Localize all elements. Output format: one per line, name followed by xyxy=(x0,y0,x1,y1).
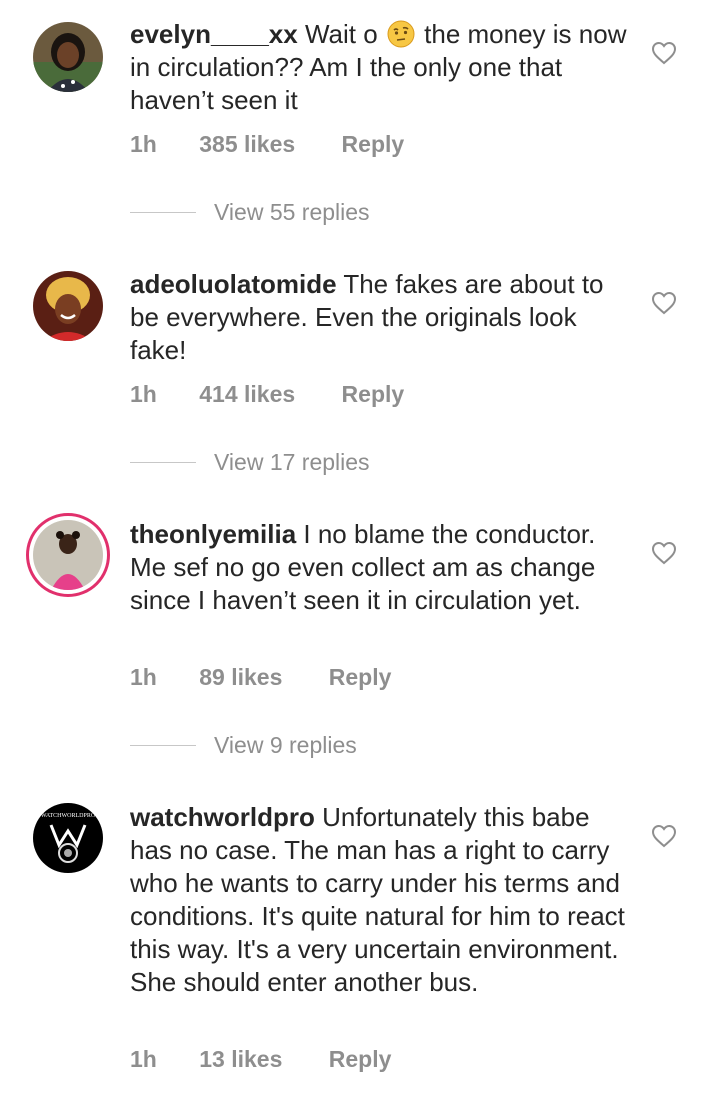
comment-username[interactable]: evelyn____xx xyxy=(130,19,298,49)
comment-likes[interactable]: 13 likes xyxy=(199,1046,282,1073)
avatar-logo-text: WATCHWORLDPRO xyxy=(41,813,96,819)
comment-username[interactable]: watchworldpro xyxy=(130,802,315,832)
heart-icon[interactable] xyxy=(651,41,677,65)
comment-likes[interactable]: 414 likes xyxy=(199,381,295,408)
avatar-story-ring[interactable] xyxy=(26,513,110,597)
thinking-face-emoji-icon xyxy=(387,20,415,48)
replies-divider xyxy=(130,745,196,746)
comment-body-start: Wait o xyxy=(304,19,378,49)
comment-likes[interactable]: 89 likes xyxy=(199,664,282,691)
comment-likes[interactable]: 385 likes xyxy=(199,131,295,158)
comment-text: watchworldpro Unfortunately this babe ha… xyxy=(130,801,630,999)
avatar[interactable] xyxy=(33,22,103,92)
view-replies-label[interactable]: View 17 replies xyxy=(214,449,370,476)
avatar xyxy=(33,520,103,590)
reply-button[interactable]: Reply xyxy=(329,1046,392,1073)
replies-divider xyxy=(130,462,196,463)
comment-text: adeoluolatomide The fakes are about to b… xyxy=(130,268,630,367)
reply-button[interactable]: Reply xyxy=(329,664,392,691)
comment-username[interactable]: theonlyemilia xyxy=(130,519,296,549)
avatar[interactable]: WATCHWORLDPRO xyxy=(33,803,103,873)
comment-meta: 1h 89 likes Reply xyxy=(130,664,391,691)
comment-time: 1h xyxy=(130,1046,157,1072)
view-replies[interactable]: View 17 replies xyxy=(130,449,370,476)
reply-button[interactable]: Reply xyxy=(342,381,405,408)
view-replies-label[interactable]: View 9 replies xyxy=(214,732,357,759)
view-replies-label[interactable]: View 55 replies xyxy=(214,199,370,226)
comment-time: 1h xyxy=(130,131,157,157)
view-replies[interactable]: View 9 replies xyxy=(130,732,357,759)
comment-text: theonlyemilia I no blame the conductor. … xyxy=(130,518,630,617)
comment-meta: 1h 13 likes Reply xyxy=(130,1046,391,1073)
comment-meta: 1h 414 likes Reply xyxy=(130,381,404,408)
heart-icon[interactable] xyxy=(651,824,677,848)
comment-time: 1h xyxy=(130,381,157,407)
heart-icon[interactable] xyxy=(651,291,677,315)
comment-meta: 1h 385 likes Reply xyxy=(130,131,404,158)
reply-button[interactable]: Reply xyxy=(342,131,405,158)
comment-text: evelyn____xx Wait o the money is now in … xyxy=(130,18,630,117)
replies-divider xyxy=(130,212,196,213)
avatar[interactable] xyxy=(33,271,103,341)
comment-username[interactable]: adeoluolatomide xyxy=(130,269,337,299)
heart-icon[interactable] xyxy=(651,541,677,565)
view-replies[interactable]: View 55 replies xyxy=(130,199,370,226)
comment-time: 1h xyxy=(130,664,157,690)
